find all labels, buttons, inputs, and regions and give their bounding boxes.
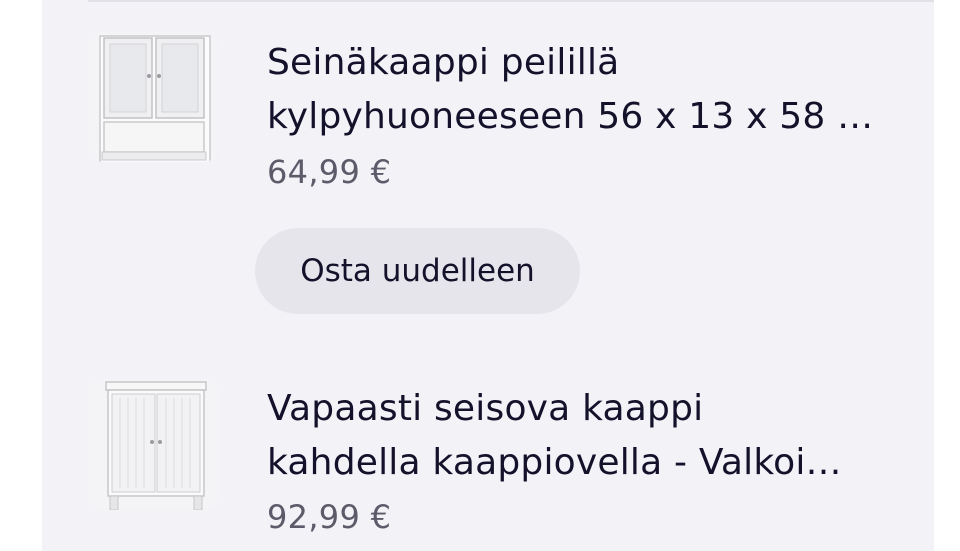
product-price: 64,99 € <box>267 153 392 191</box>
product-title[interactable]: Vapaasti seisova kaappi kahdella kaappio… <box>267 382 917 490</box>
order-items-panel: Seinäkaappi peilillä kylpyhuoneeseen 56 … <box>42 0 934 551</box>
product-title-line: Seinäkaappi peilillä <box>267 42 620 83</box>
product-title[interactable]: Seinäkaappi peilillä kylpyhuoneeseen 56 … <box>267 36 917 144</box>
product-title-line: kahdella kaappiovella - Valkoi… <box>267 442 842 483</box>
floor-cabinet-icon <box>105 381 207 510</box>
buy-again-button[interactable]: Osta uudelleen <box>255 228 580 314</box>
product-price: 92,99 € <box>267 498 392 536</box>
wall-cabinet-icon <box>99 35 211 162</box>
product-image-wall-cabinet[interactable] <box>88 32 218 162</box>
product-title-line: kylpyhuoneeseen 56 x 13 x 58 … <box>267 96 874 137</box>
product-title-line: Vapaasti seisova kaappi <box>267 388 704 429</box>
product-image-freestanding-cabinet[interactable] <box>88 380 218 510</box>
divider <box>88 0 934 2</box>
